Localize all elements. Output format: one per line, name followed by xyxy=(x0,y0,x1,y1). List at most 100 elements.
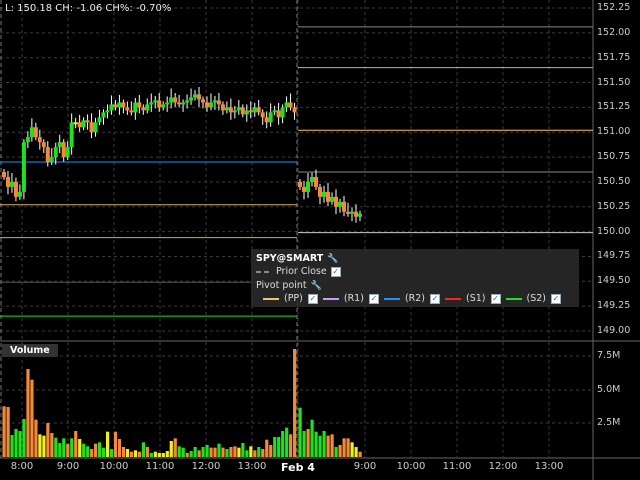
volume-bar xyxy=(129,451,134,457)
candle-body xyxy=(9,181,14,187)
candle-body xyxy=(117,102,122,108)
candle-body xyxy=(334,196,338,207)
volume-bar xyxy=(70,438,74,457)
volume-bar xyxy=(62,438,66,457)
candle-body xyxy=(256,107,261,113)
volume-bar xyxy=(113,431,118,457)
volume-bar xyxy=(193,447,197,457)
volume-bar xyxy=(346,438,350,457)
volume-bar xyxy=(221,447,225,457)
candle-body xyxy=(272,110,277,113)
candle-body xyxy=(21,142,26,192)
price-axis-label: 150.25 xyxy=(597,200,631,212)
pivot-swatch xyxy=(505,297,522,300)
candle-body xyxy=(2,171,6,177)
volume-bar xyxy=(285,427,289,457)
candle-body xyxy=(13,181,18,197)
volume-bar xyxy=(58,443,62,457)
volume-bar xyxy=(54,437,58,457)
price-axis-label: 151.00 xyxy=(597,126,631,138)
candle-body xyxy=(193,94,198,98)
candle-body xyxy=(125,107,130,111)
candle-body xyxy=(310,176,314,182)
pivot-checkbox[interactable]: ✓ xyxy=(307,293,318,304)
candle-body xyxy=(129,110,134,113)
candle-body xyxy=(61,142,66,158)
wrench-icon[interactable]: 🔧 xyxy=(311,281,322,291)
candle-body xyxy=(298,181,302,187)
candle-body xyxy=(157,100,162,108)
volume-bar xyxy=(14,429,18,457)
volume-bar xyxy=(165,451,169,457)
candle-body xyxy=(322,191,326,197)
volume-bar xyxy=(26,369,30,457)
price-chart[interactable] xyxy=(0,0,640,480)
candle-body xyxy=(85,120,90,123)
volume-bar xyxy=(318,435,322,457)
volume-bar xyxy=(10,435,14,457)
pivot-label: (S1) xyxy=(466,293,486,304)
volume-bar xyxy=(169,441,173,457)
volume-bar xyxy=(241,443,245,457)
candle-body xyxy=(45,147,50,163)
volume-bar xyxy=(42,435,46,457)
candle-body xyxy=(284,102,289,108)
candle-body xyxy=(220,104,225,111)
candle-body xyxy=(326,191,330,202)
candle-body xyxy=(169,97,174,103)
volume-bar xyxy=(22,419,26,457)
volume-bar xyxy=(185,453,189,457)
pivot-checkbox[interactable]: ✓ xyxy=(368,293,379,304)
pivot-swatch xyxy=(322,297,339,300)
volume-bar xyxy=(46,423,50,457)
volume-bar xyxy=(302,431,306,457)
candle-body xyxy=(252,107,257,113)
volume-bar xyxy=(277,437,281,457)
candle-body xyxy=(306,181,310,192)
candle-body xyxy=(81,120,86,128)
legend-prior-close: Prior Close xyxy=(276,266,327,277)
candle-body xyxy=(292,107,297,113)
volume-bar xyxy=(354,447,358,457)
pivot-checkbox[interactable]: ✓ xyxy=(430,293,440,304)
prior-close-checkbox[interactable]: ✓ xyxy=(330,266,341,277)
legend-symbol: SPY@SMART xyxy=(256,253,324,264)
volume-bar xyxy=(2,406,6,457)
volume-bar xyxy=(334,447,338,457)
candle-body xyxy=(240,107,245,115)
candle-body xyxy=(224,107,229,111)
price-axis-label: 152.00 xyxy=(597,26,631,38)
candle-body xyxy=(97,117,102,123)
candle-body xyxy=(141,107,146,111)
pivot-checkbox[interactable]: ✓ xyxy=(551,293,561,304)
candle-body xyxy=(161,104,166,108)
candle-body xyxy=(346,211,350,214)
candle-body xyxy=(33,127,38,138)
candle-body xyxy=(109,104,114,111)
time-axis-label: 10:00 xyxy=(396,461,426,472)
candle-body xyxy=(185,100,190,103)
price-axis-label: 151.25 xyxy=(597,101,631,113)
volume-bar xyxy=(145,447,149,457)
volume-bar xyxy=(233,446,237,457)
pivot-swatch xyxy=(383,297,400,300)
volume-bar xyxy=(74,431,78,457)
candle-body xyxy=(354,211,358,217)
candle-body xyxy=(314,176,318,187)
time-axis-label: 11:00 xyxy=(145,461,175,472)
volume-bar xyxy=(197,450,201,457)
wrench-icon[interactable]: 🔧 xyxy=(327,254,338,264)
candle-body xyxy=(77,122,82,128)
candle-body xyxy=(17,191,22,197)
candle-body xyxy=(228,107,233,113)
legend-pivot-title: Pivot point xyxy=(256,280,307,291)
volume-bar xyxy=(109,449,114,457)
candle-body xyxy=(69,122,74,148)
volume-bar xyxy=(342,438,346,457)
volume-bar xyxy=(322,431,326,457)
volume-bar xyxy=(66,443,70,457)
volume-bar xyxy=(121,447,126,457)
price-axis-label: 149.50 xyxy=(597,275,631,287)
pivot-checkbox[interactable]: ✓ xyxy=(490,293,501,304)
time-axis-label: 13:00 xyxy=(534,461,564,472)
